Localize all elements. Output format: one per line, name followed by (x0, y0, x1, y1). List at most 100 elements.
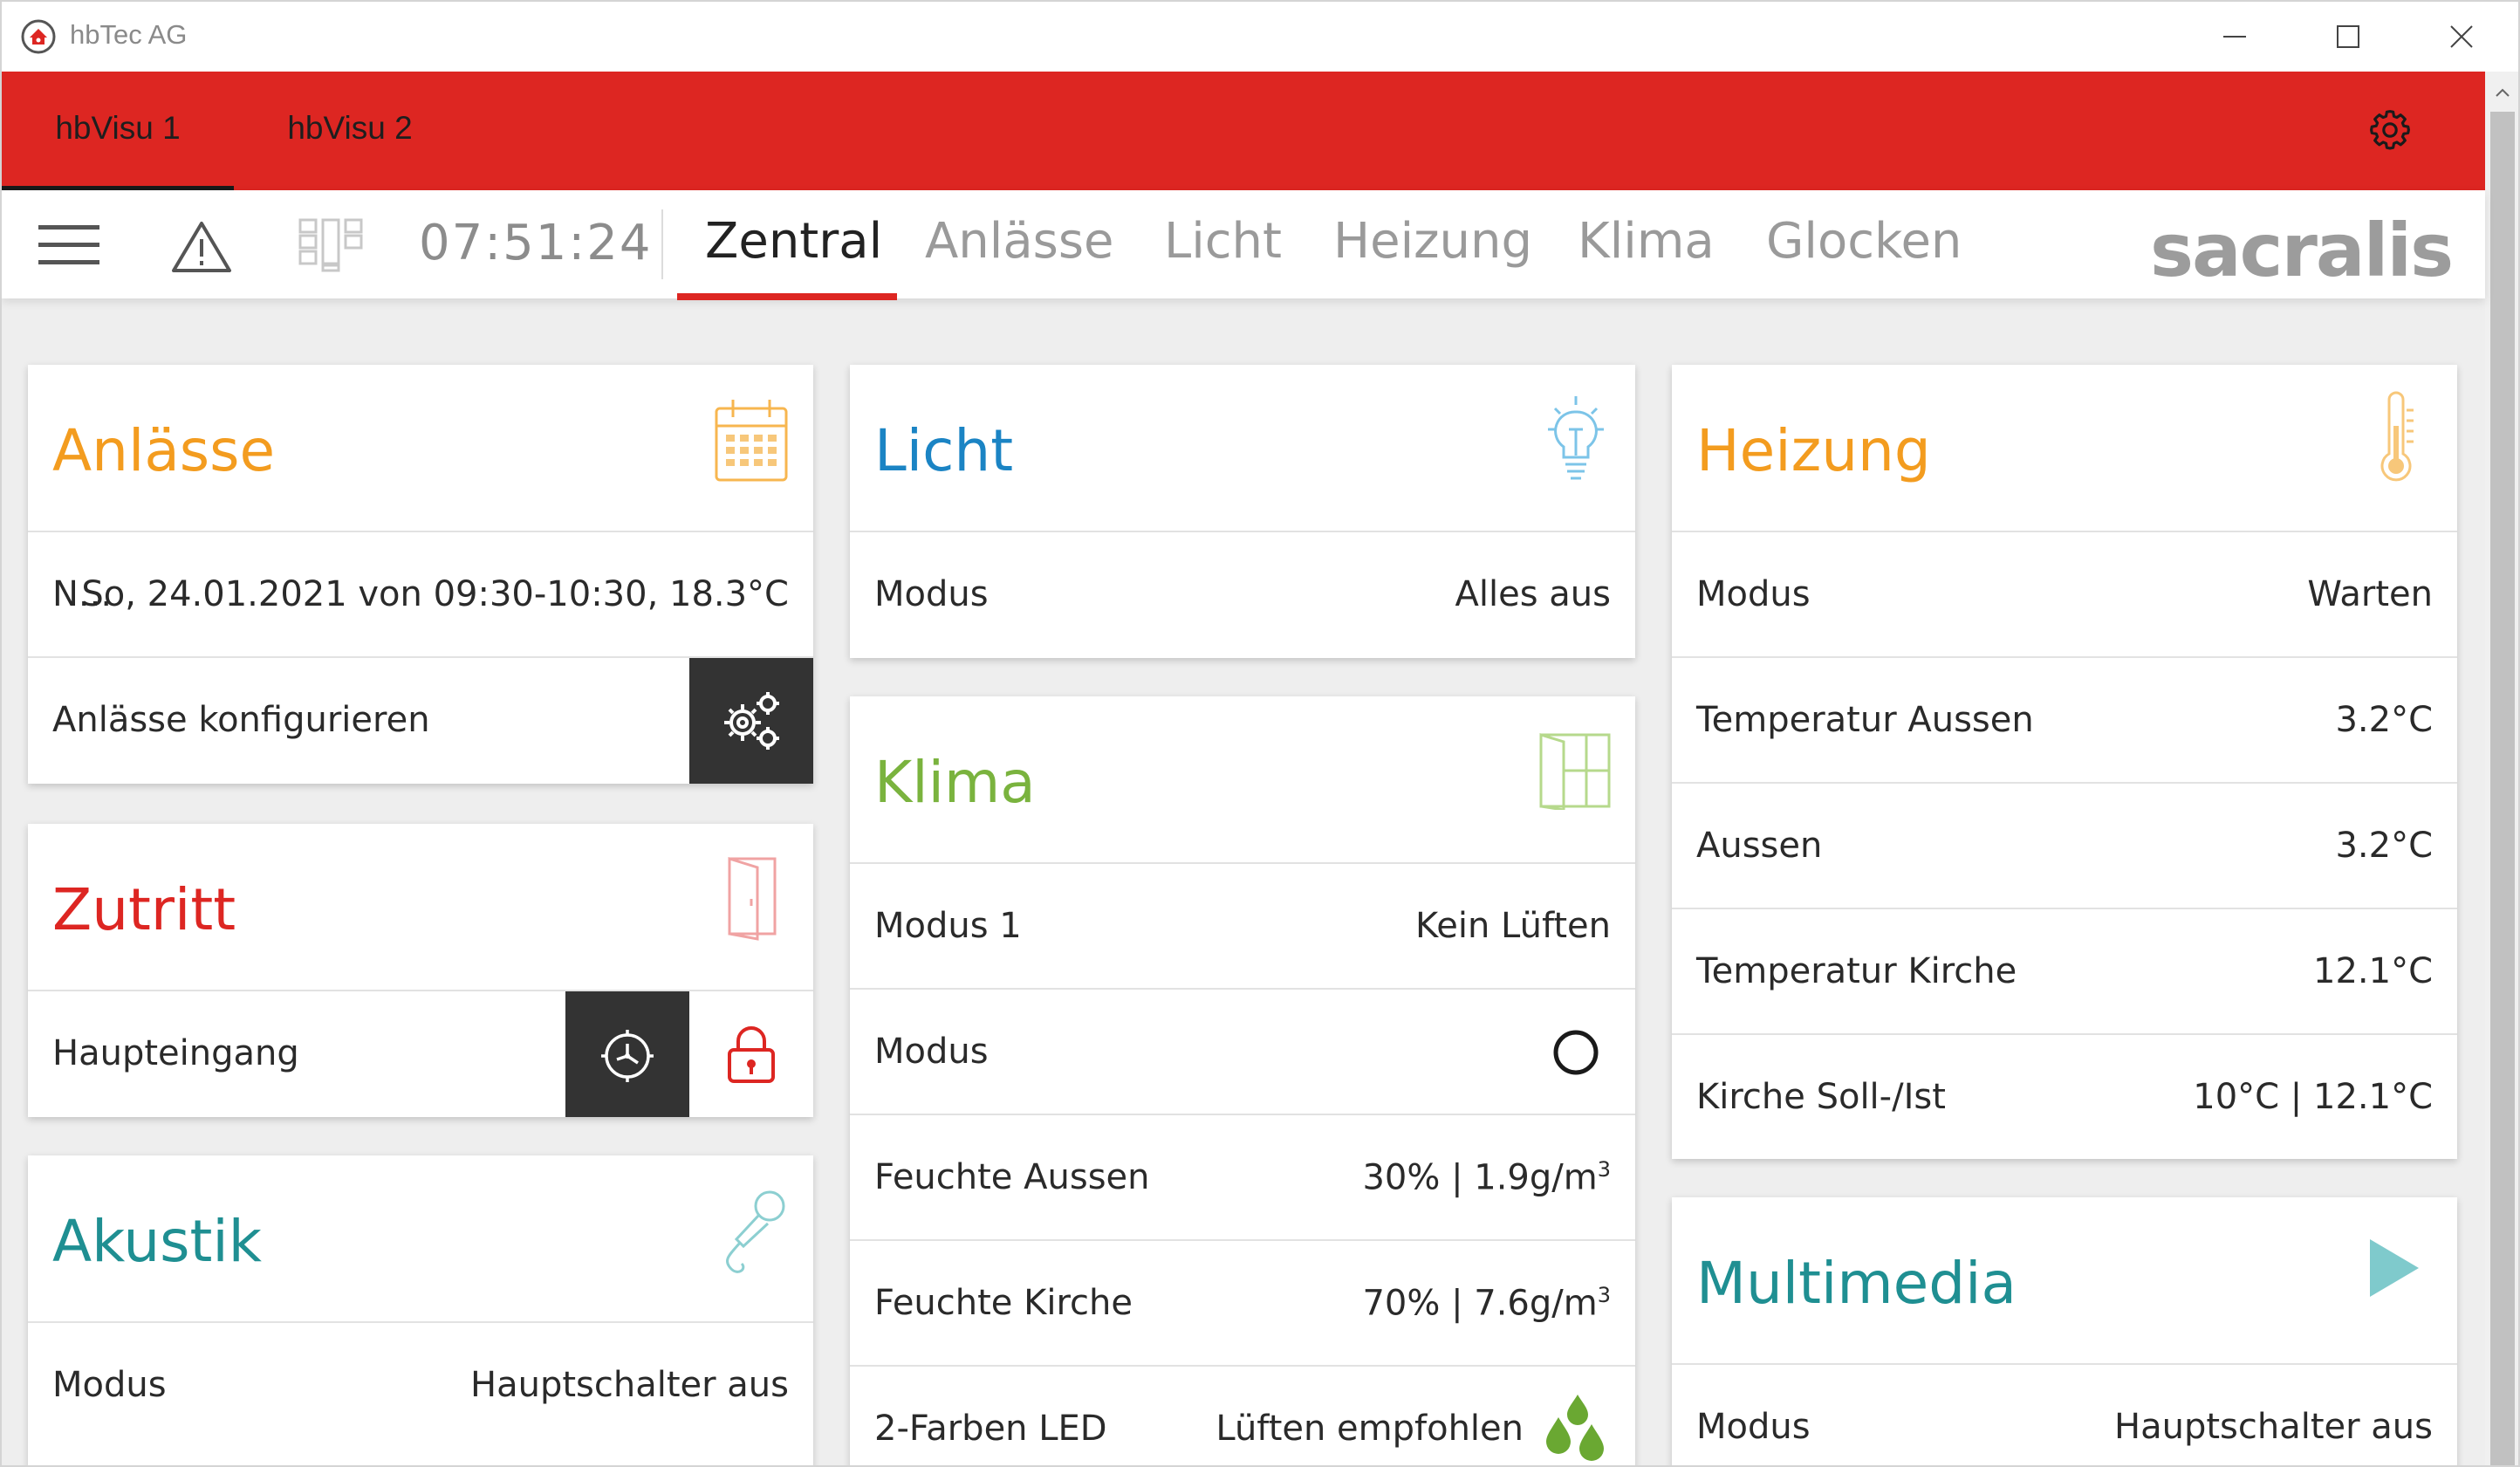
heizung-row-label: Aussen (1696, 826, 1823, 866)
scroll-thumb[interactable] (2490, 112, 2515, 1465)
unit-exponent: 3 (1597, 1283, 1611, 1307)
brand-logo: sacralis (2150, 208, 2454, 293)
event-details: So, 24.01.2021 von 09:30-10:30, 18.3°C (81, 574, 789, 614)
configure-events-label: Anlässe konfigurieren (52, 700, 430, 740)
lightbulb-icon (1548, 396, 1604, 480)
lock-icon (728, 1026, 775, 1083)
heizung-row[interactable]: Kirche Soll-/Ist 10°C | 12.1°C (1672, 1035, 2457, 1161)
tab-glocken[interactable]: Glocken (1766, 213, 1962, 270)
card-anlaesse: Anlässe N... So, 24.01.2021 von 09:30-10… (28, 365, 813, 784)
unit-exponent: 3 (1597, 1157, 1611, 1182)
klima-row[interactable]: Modus (850, 990, 1635, 1115)
tab-anlaesse[interactable]: Anlässe (925, 213, 1113, 270)
timer-button[interactable] (565, 991, 689, 1117)
heizung-row-value: Warten (2307, 574, 2433, 614)
klima-row[interactable]: Modus 1 Kein Lüften (850, 864, 1635, 990)
system-clock: 07:51:24 (419, 215, 653, 271)
card-title[interactable]: Multimedia (1696, 1250, 2017, 1317)
card-header: Heizung (1672, 365, 2457, 532)
heizung-row-label: Kirche Soll-/Ist (1696, 1077, 1946, 1117)
app-tab-label: hbVisu 1 (55, 110, 181, 146)
card-header: Zutritt (28, 824, 813, 991)
card-title[interactable]: Licht (874, 417, 1013, 484)
microphone-icon (726, 1190, 785, 1273)
klima-row-value: 30% | 1.9g/m3 (1362, 1157, 1611, 1197)
klima-row-value: 70% | 7.6g/m3 (1362, 1283, 1611, 1323)
akustik-mode-value: Hauptschalter aus (470, 1365, 789, 1405)
main-entrance-row[interactable]: Haupteingang (28, 991, 813, 1117)
display-panel-icon[interactable] (298, 216, 365, 272)
app-tab-label: hbVisu 2 (287, 110, 413, 146)
licht-mode-label: Modus (874, 574, 989, 614)
window-icon (1539, 732, 1611, 810)
event-row[interactable]: N... So, 24.01.2021 von 09:30-10:30, 18.… (28, 532, 813, 658)
tab-licht[interactable]: Licht (1164, 213, 1282, 270)
akustik-mode-label: Modus (52, 1365, 167, 1405)
active-tab-indicator (677, 293, 897, 300)
heizung-row-value: 3.2°C (2335, 700, 2433, 740)
app-window: hbTec AG hbVisu 1 hbVisu 2 07:51:24 Zent… (0, 0, 2520, 1467)
card-title[interactable]: Anlässe (52, 417, 275, 484)
multimedia-mode-value: Hauptschalter aus (2114, 1407, 2433, 1447)
card-header: Multimedia (1672, 1197, 2457, 1365)
app-tab-hbvisu-1[interactable]: hbVisu 1 (2, 72, 234, 190)
app-logo-icon (21, 19, 56, 54)
card-header: Licht (850, 365, 1635, 532)
minimize-button[interactable] (2178, 2, 2291, 72)
vertical-scrollbar[interactable] (2485, 72, 2518, 1465)
akustik-mode-row[interactable]: Modus Hauptschalter aus (28, 1323, 813, 1449)
close-button[interactable] (2405, 2, 2518, 72)
main-entrance-label: Haupteingang (52, 1033, 299, 1073)
scroll-up-arrow[interactable] (2485, 75, 2518, 110)
card-zutritt: Zutritt Haupteingang (28, 824, 813, 1117)
card-header: Klima (850, 696, 1635, 864)
heizung-row-value: 12.1°C (2313, 951, 2433, 991)
klima-row[interactable]: Feuchte Kirche 70% | 7.6g/m3 (850, 1241, 1635, 1367)
settings-gear-icon[interactable] (2366, 106, 2414, 154)
heizung-row-label: Modus (1696, 574, 1811, 614)
card-licht: Licht Modus Alles aus (850, 365, 1635, 658)
heizung-row[interactable]: Temperatur Kirche 12.1°C (1672, 909, 2457, 1035)
nav-divider (661, 209, 663, 279)
calendar-icon (715, 400, 788, 482)
card-title[interactable]: Heizung (1696, 417, 1931, 484)
heizung-row-label: Temperatur Aussen (1696, 700, 2034, 740)
title-bar: hbTec AG (2, 2, 2518, 72)
play-icon (2370, 1239, 2419, 1297)
klima-row-label: Feuchte Kirche (874, 1283, 1133, 1323)
heizung-row[interactable]: Modus Warten (1672, 532, 2457, 658)
licht-mode-row[interactable]: Modus Alles aus (850, 532, 1635, 658)
maximize-icon (2337, 25, 2359, 48)
card-header: Anlässe (28, 365, 813, 532)
chevron-up-icon (2496, 88, 2510, 97)
humidity-church-value: 70% | 7.6g/m (1362, 1283, 1598, 1324)
tab-heizung[interactable]: Heizung (1333, 213, 1532, 270)
heizung-row[interactable]: Aussen 3.2°C (1672, 784, 2457, 909)
maximize-button[interactable] (2291, 2, 2405, 72)
tab-zentral[interactable]: Zentral (705, 213, 882, 270)
app-tab-hbvisu-2[interactable]: hbVisu 2 (234, 72, 466, 190)
card-akustik: Akustik Modus Hauptschalter aus (28, 1155, 813, 1465)
klima-row[interactable]: 2-Farben LED Lüften empfohlen (850, 1367, 1635, 1465)
card-multimedia: Multimedia Modus Hauptschalter aus (1672, 1197, 2457, 1465)
heizung-row[interactable]: Temperatur Aussen 3.2°C (1672, 658, 2457, 784)
klima-row-value: Kein Lüften (1415, 906, 1611, 946)
main-nav-bar: 07:51:24 Zentral Anlässe Licht Heizung K… (2, 190, 2485, 300)
klima-row[interactable]: Feuchte Aussen 30% | 1.9g/m3 (850, 1115, 1635, 1241)
configure-events-row[interactable]: Anlässe konfigurieren (28, 658, 813, 784)
tab-klima[interactable]: Klima (1578, 213, 1715, 270)
multimedia-mode-row[interactable]: Modus Hauptschalter aus (1672, 1365, 2457, 1465)
configure-events-button[interactable] (689, 658, 813, 784)
klima-row-label: Modus (874, 1032, 989, 1072)
thermometer-icon (2380, 391, 2414, 482)
card-title[interactable]: Klima (874, 749, 1036, 816)
card-title[interactable]: Zutritt (52, 876, 236, 943)
card-title[interactable]: Akustik (52, 1208, 262, 1275)
licht-mode-value: Alles aus (1455, 574, 1611, 614)
lock-button[interactable] (689, 991, 813, 1117)
warning-icon[interactable] (171, 220, 232, 274)
klima-row-label: 2-Farben LED (874, 1409, 1107, 1449)
klima-row-label: Modus 1 (874, 906, 1022, 946)
hamburger-menu-icon[interactable] (38, 220, 99, 271)
water-drops-icon (1546, 1395, 1604, 1461)
